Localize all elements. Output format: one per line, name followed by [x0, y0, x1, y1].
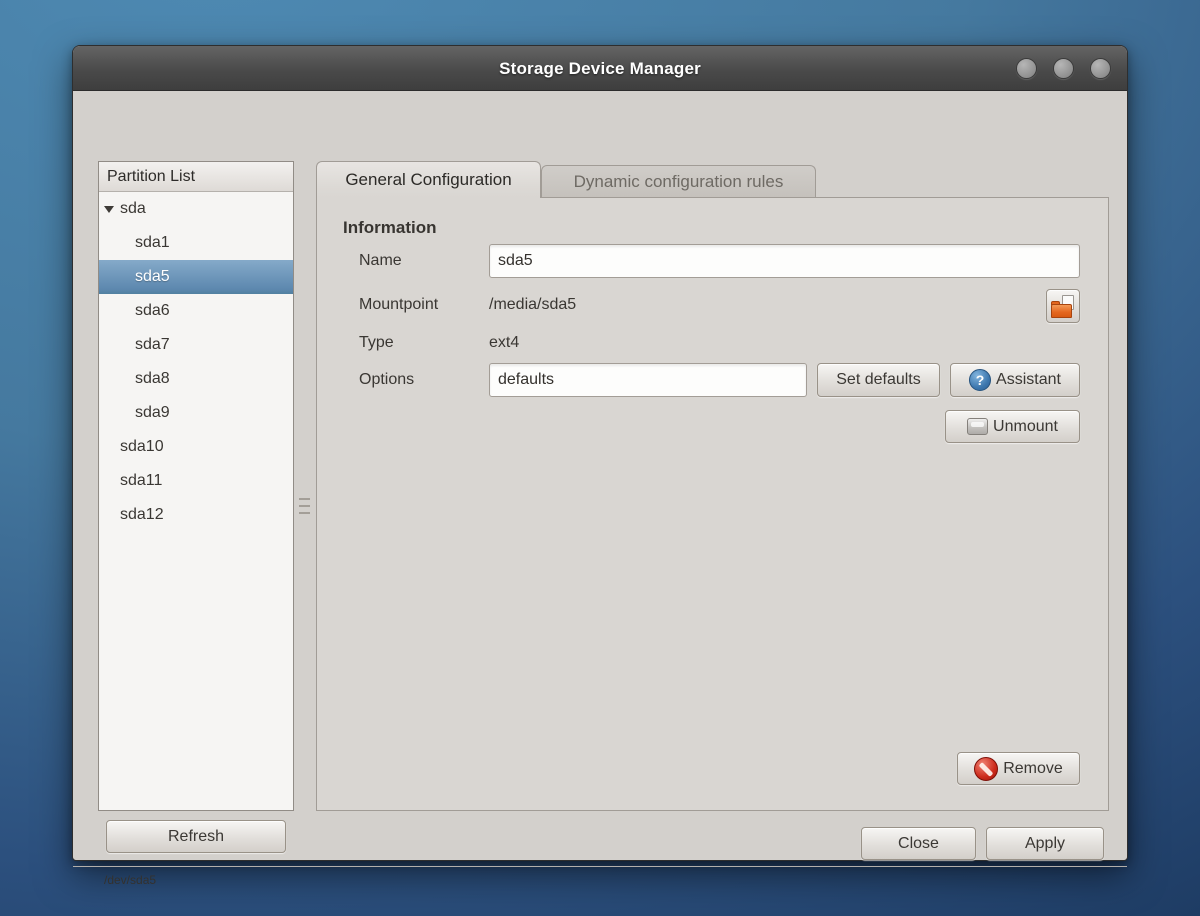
partition-list-header: Partition List: [99, 162, 293, 192]
refresh-label: Refresh: [168, 828, 224, 846]
hard-drive-icon: [967, 418, 988, 435]
set-defaults-label: Set defaults: [836, 371, 921, 389]
partition-item-sda10[interactable]: sda10: [99, 430, 293, 464]
mountpoint-value: /media/sda5: [489, 288, 576, 322]
assistant-label: Assistant: [996, 371, 1061, 389]
name-label: Name: [359, 244, 402, 278]
partition-item-sda1[interactable]: sda1: [99, 226, 293, 260]
apply-button[interactable]: Apply: [986, 827, 1104, 860]
partition-item-sda5[interactable]: sda5: [99, 260, 293, 294]
no-entry-icon: [974, 757, 998, 781]
pane-splitter-grip-icon[interactable]: [299, 498, 310, 515]
window-control-3-icon[interactable]: [1090, 58, 1111, 79]
unmount-button[interactable]: Unmount: [945, 410, 1080, 443]
options-label: Options: [359, 363, 414, 397]
type-value: ext4: [489, 326, 519, 360]
remove-label: Remove: [1003, 760, 1063, 778]
type-label: Type: [359, 326, 394, 360]
window-body: Partition List sda sda1sda5sda6sda7sda8s…: [73, 91, 1127, 860]
window-title: Storage Device Manager: [73, 46, 1127, 91]
partition-item-sda9[interactable]: sda9: [99, 396, 293, 430]
close-label: Close: [898, 835, 939, 853]
expander-triangle-icon[interactable]: [104, 206, 114, 213]
options-input[interactable]: [489, 363, 807, 397]
partition-item-sda8[interactable]: sda8: [99, 362, 293, 396]
mountpoint-browse-button[interactable]: [1046, 289, 1080, 323]
apply-label: Apply: [1025, 835, 1065, 853]
assistant-button[interactable]: ? Assistant: [950, 363, 1080, 397]
partition-item-sda6[interactable]: sda6: [99, 294, 293, 328]
information-section-title: Information: [343, 218, 437, 238]
partition-root-label: sda: [120, 192, 146, 226]
window-control-2-icon[interactable]: [1053, 58, 1074, 79]
unmount-label: Unmount: [993, 418, 1058, 436]
partition-list-panel: Partition List sda sda1sda5sda6sda7sda8s…: [98, 161, 294, 811]
partition-tree: sda sda1sda5sda6sda7sda8sda9sda10sda11sd…: [99, 192, 293, 532]
general-configuration-page: Information Name Mountpoint /media/sda5 …: [316, 197, 1109, 811]
name-input[interactable]: [489, 244, 1080, 278]
mountpoint-label: Mountpoint: [359, 288, 438, 322]
partition-item-sda12[interactable]: sda12: [99, 498, 293, 532]
close-button[interactable]: Close: [861, 827, 976, 860]
help-question-icon: ?: [969, 369, 991, 391]
tab-dynamic-configuration-rules[interactable]: Dynamic configuration rules: [541, 165, 816, 197]
titlebar[interactable]: Storage Device Manager: [73, 46, 1127, 91]
open-folder-icon: [1051, 295, 1075, 318]
statusbar-device-path: /dev/sda5: [104, 873, 156, 887]
set-defaults-button[interactable]: Set defaults: [817, 363, 940, 397]
partition-item-sda7[interactable]: sda7: [99, 328, 293, 362]
window-controls: [1016, 58, 1111, 79]
refresh-button[interactable]: Refresh: [106, 820, 286, 853]
partition-item-sda11[interactable]: sda11: [99, 464, 293, 498]
desktop: { "window": { "title": "Storage Device M…: [0, 0, 1200, 916]
remove-button[interactable]: Remove: [957, 752, 1080, 785]
partition-item-sda[interactable]: sda: [99, 192, 293, 226]
tab-general-configuration[interactable]: General Configuration: [316, 161, 541, 198]
storage-device-manager-window: Storage Device Manager Partition List sd…: [72, 45, 1128, 861]
window-control-1-icon[interactable]: [1016, 58, 1037, 79]
statusbar: /dev/sda5: [73, 866, 1127, 867]
